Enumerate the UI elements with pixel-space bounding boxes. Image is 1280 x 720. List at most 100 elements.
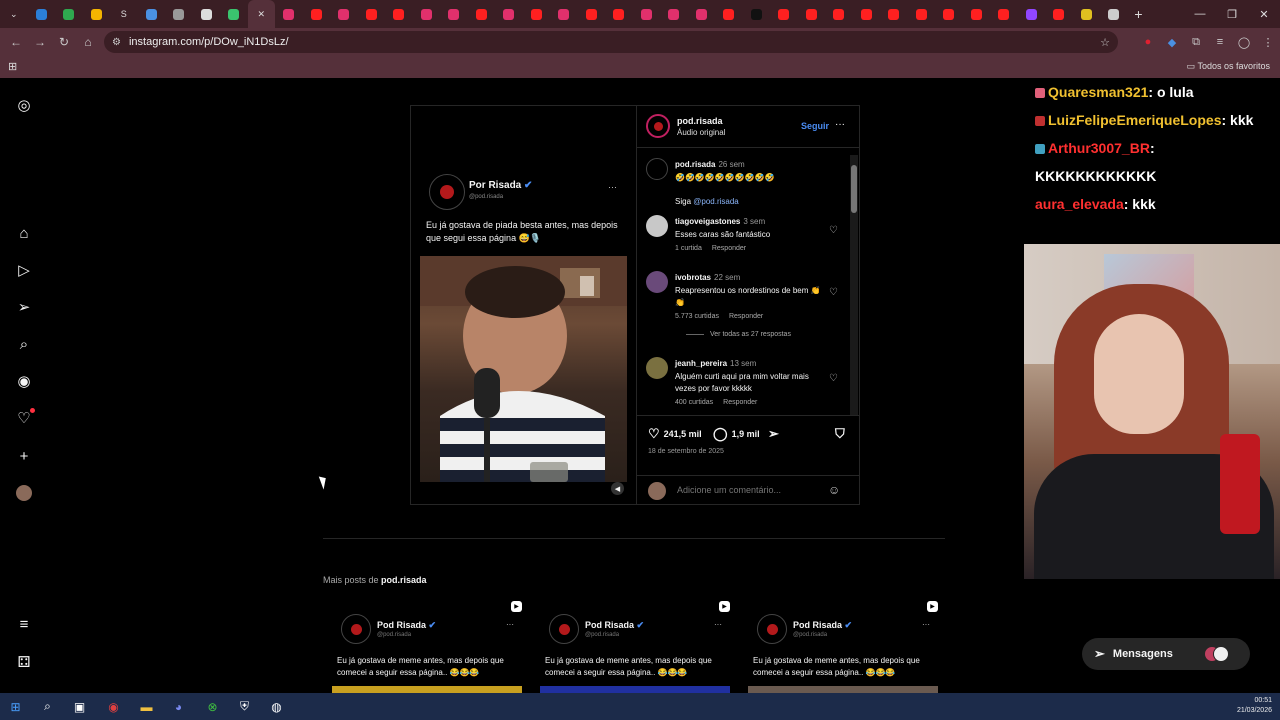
- extensions-puzzle-icon[interactable]: ⧉: [1184, 36, 1208, 49]
- browser-tab[interactable]: [275, 0, 303, 28]
- obs-icon[interactable]: ◍: [268, 698, 285, 715]
- profile-avatar[interactable]: [14, 483, 34, 503]
- browser-tab[interactable]: [550, 0, 578, 28]
- browser-tab[interactable]: [138, 0, 166, 28]
- reply-button[interactable]: Responder: [723, 399, 757, 406]
- caption-avatar[interactable]: [646, 158, 668, 180]
- messages-icon[interactable]: ➢: [14, 297, 34, 317]
- browser-tab[interactable]: [165, 0, 193, 28]
- browser-tab[interactable]: [193, 0, 221, 28]
- browser-tab[interactable]: [1073, 0, 1101, 28]
- media-control-icon[interactable]: ≡: [1208, 36, 1232, 48]
- more-posts-user[interactable]: pod.risada: [381, 575, 427, 585]
- browser-tab[interactable]: [743, 0, 771, 28]
- browser-tab[interactable]: [1100, 0, 1128, 28]
- browser-tab[interactable]: [1018, 0, 1046, 28]
- chrome-icon[interactable]: ◉: [105, 698, 122, 715]
- browser-tab[interactable]: [358, 0, 386, 28]
- audio-label[interactable]: Áudio original: [677, 128, 725, 137]
- bookmark-star-icon[interactable]: ☆: [1100, 36, 1110, 49]
- reels-icon[interactable]: ▷: [14, 260, 34, 280]
- task-view-icon[interactable]: ▣: [71, 698, 88, 715]
- like-button[interactable]: ♡ 241,5 mil: [648, 426, 702, 442]
- comment-user[interactable]: tiagoveigastones 3 sem: [675, 217, 765, 226]
- url-field[interactable]: ⚙ instagram.com/p/DOw_iN1DsLz/ ☆: [104, 31, 1118, 53]
- site-info-icon[interactable]: ⚙: [112, 37, 121, 48]
- browser-tab[interactable]: [440, 0, 468, 28]
- view-replies-button[interactable]: Ver todas as 27 respostas: [686, 331, 791, 338]
- browser-tab[interactable]: [1045, 0, 1073, 28]
- browser-tab[interactable]: [880, 0, 908, 28]
- more-post-card[interactable]: ▶ Pod Risada ✔ @pod.risada ··· Eu já gostava…: [531, 598, 731, 693]
- more-options-icon[interactable]: ···: [835, 119, 845, 130]
- browser-tab[interactable]: [853, 0, 881, 28]
- emoji-icon[interactable]: ☺: [828, 483, 840, 497]
- comment-avatar[interactable]: [646, 357, 668, 379]
- comment-like-icon[interactable]: ♡: [829, 287, 838, 298]
- browser-tab[interactable]: [798, 0, 826, 28]
- save-button[interactable]: ⛉: [835, 426, 849, 442]
- forward-icon[interactable]: →: [28, 35, 52, 49]
- chrome-menu-icon[interactable]: ⋮: [1256, 36, 1280, 49]
- browser-tab[interactable]: [908, 0, 936, 28]
- browser-tab[interactable]: [55, 0, 83, 28]
- comment-avatar[interactable]: [646, 215, 668, 237]
- browser-tab[interactable]: [990, 0, 1018, 28]
- windows-start-icon[interactable]: ⊞: [7, 698, 24, 715]
- browser-tab[interactable]: [28, 0, 56, 28]
- browser-tab[interactable]: [935, 0, 963, 28]
- browser-tab[interactable]: [495, 0, 523, 28]
- browser-tab[interactable]: [605, 0, 633, 28]
- browser-tab[interactable]: [468, 0, 496, 28]
- reply-button[interactable]: Responder: [712, 245, 746, 252]
- owner-username[interactable]: pod.risada: [677, 116, 723, 126]
- owner-avatar[interactable]: [646, 114, 670, 138]
- share-button[interactable]: ➢: [768, 426, 783, 442]
- comment-button[interactable]: ◯ 1,9 mil: [713, 426, 760, 442]
- comments-scrollbar[interactable]: [850, 155, 858, 415]
- search-icon[interactable]: ⌕: [39, 698, 56, 715]
- explore-icon[interactable]: ◉: [14, 371, 34, 391]
- browser-tab[interactable]: [413, 0, 441, 28]
- comment-user[interactable]: jeanh_pereira 13 sem: [675, 359, 756, 368]
- video-frame[interactable]: [420, 256, 627, 482]
- messages-button[interactable]: ➢ Mensagens: [1082, 638, 1250, 670]
- menu-icon[interactable]: ≡: [14, 614, 34, 634]
- browser-tab[interactable]: [660, 0, 688, 28]
- shield-icon[interactable]: ⛨: [236, 698, 253, 715]
- home-page-icon[interactable]: ⌂: [76, 35, 100, 49]
- comment-avatar[interactable]: [646, 271, 668, 293]
- browser-tab[interactable]: [688, 0, 716, 28]
- close-window-icon[interactable]: ✕: [1248, 8, 1280, 21]
- browser-tab[interactable]: [523, 0, 551, 28]
- browser-tab[interactable]: [825, 0, 853, 28]
- xbox-icon[interactable]: ⊗: [204, 698, 221, 715]
- more-icon[interactable]: ⚃: [14, 652, 34, 672]
- browser-tab[interactable]: [220, 0, 248, 28]
- post-media[interactable]: Por Risada ✔ @pod.risada ··· Eu já gosta…: [411, 106, 636, 504]
- instagram-logo-icon[interactable]: ◎: [14, 95, 34, 115]
- browser-tab[interactable]: [715, 0, 743, 28]
- taskbar-clock[interactable]: 00:51 21/03/2026: [1237, 696, 1272, 716]
- comment-likes[interactable]: 1 curtida: [675, 245, 702, 252]
- mute-icon[interactable]: ◀: [611, 482, 624, 495]
- home-icon[interactable]: ⌂: [14, 223, 34, 243]
- reply-button[interactable]: Responder: [729, 313, 763, 320]
- browser-tab[interactable]: ✕: [247, 0, 275, 28]
- comment-like-icon[interactable]: ♡: [829, 373, 838, 384]
- browser-tab[interactable]: S: [110, 0, 138, 28]
- discord-icon[interactable]: ◕: [170, 698, 187, 715]
- caption-user[interactable]: pod.risada 26 sem: [675, 160, 745, 169]
- comment-like-icon[interactable]: ♡: [829, 225, 838, 236]
- notifications-icon[interactable]: ♡: [14, 408, 35, 428]
- browser-tab[interactable]: [578, 0, 606, 28]
- apps-grid-icon[interactable]: ⊞: [8, 60, 17, 73]
- browser-tab[interactable]: ⌄: [0, 0, 28, 28]
- browser-tab[interactable]: [633, 0, 661, 28]
- reload-icon[interactable]: ↻: [52, 35, 76, 49]
- comment-likes[interactable]: 5.773 curtidas: [675, 313, 719, 320]
- browser-tab[interactable]: [963, 0, 991, 28]
- browser-tab[interactable]: [770, 0, 798, 28]
- minimize-icon[interactable]: —: [1184, 8, 1216, 20]
- comment-likes[interactable]: 400 curtidas: [675, 399, 713, 406]
